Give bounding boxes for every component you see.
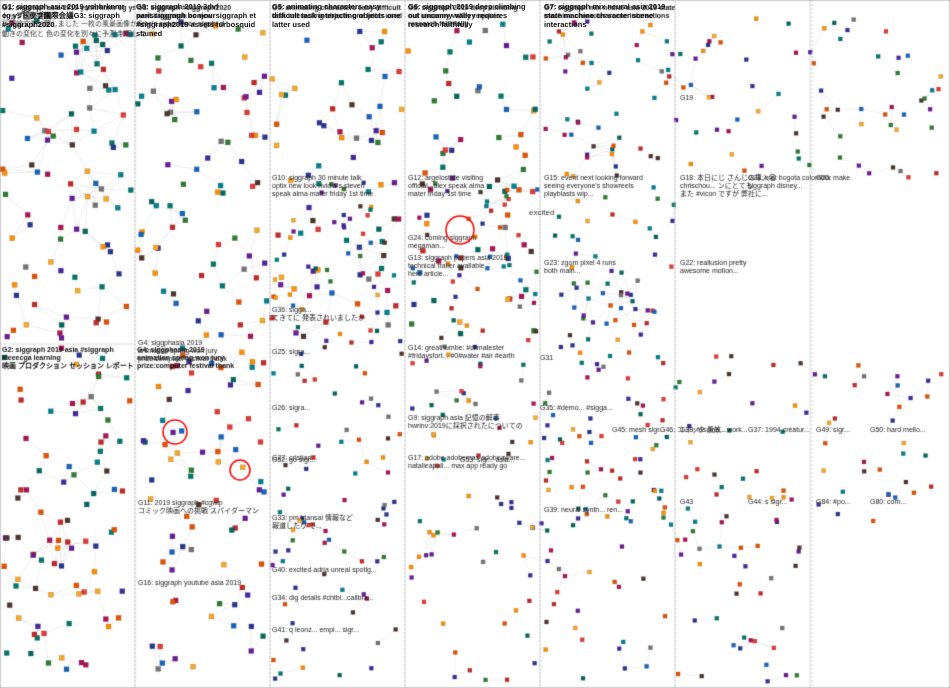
main-container: G1: siggraph asia 2019 yshhrknmr cg ysトッ… [0,0,950,688]
network-visualization [0,0,950,688]
